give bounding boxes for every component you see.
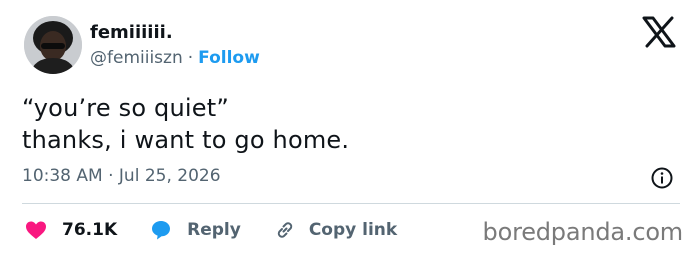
author-handle-line: @femiiiszn · Follow — [90, 48, 260, 68]
timestamp[interactable]: 10:38 AM · Jul 25, 2026 — [22, 166, 221, 186]
x-logo-icon[interactable] — [641, 16, 677, 48]
copy-link-label: Copy link — [308, 220, 398, 240]
reply-button[interactable]: Reply — [149, 218, 241, 242]
follow-button[interactable]: Follow — [198, 48, 260, 68]
tweet-time: 10:38 AM — [22, 166, 103, 186]
tweet-line: thanks, i want to go home. — [22, 126, 350, 154]
tweet-date: Jul 25, 2026 — [118, 166, 221, 186]
profile-photo — [24, 16, 82, 74]
tweet-text: “you’re so quiet” thanks, i want to go h… — [22, 92, 349, 156]
avatar[interactable] — [24, 16, 82, 74]
reply-bubble-icon — [152, 221, 171, 240]
separator-dot: · — [187, 48, 194, 68]
author-display-name[interactable]: femiiiiii. — [90, 22, 173, 43]
watermark: boredpanda.com — [482, 218, 684, 246]
link-icon — [277, 222, 292, 238]
info-icon[interactable] — [650, 166, 674, 190]
like-button[interactable]: 76.1K — [24, 218, 117, 242]
like-count: 76.1K — [62, 220, 118, 240]
separator-dot: · — [108, 166, 114, 186]
author-handle[interactable]: @femiiiszn — [90, 48, 183, 68]
divider — [22, 203, 680, 204]
tweet-line: “you’re so quiet” — [22, 94, 229, 122]
heart-icon — [26, 221, 46, 239]
copy-link-button[interactable]: Copy link — [273, 218, 397, 242]
reply-label: Reply — [187, 220, 241, 240]
action-bar: 76.1K Reply Copy link — [22, 216, 397, 244]
